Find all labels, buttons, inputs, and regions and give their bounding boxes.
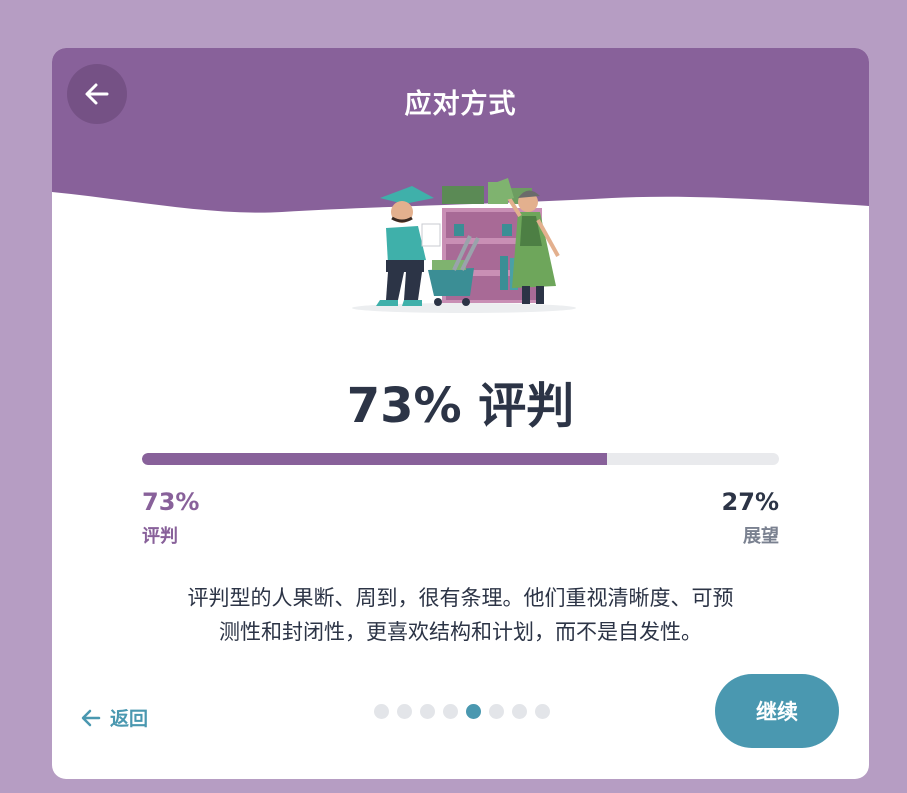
pagination-dot — [397, 704, 412, 719]
judging-label: 评判 — [142, 526, 178, 547]
pagination-dot — [512, 704, 527, 719]
pagination-dot — [535, 704, 550, 719]
result-card: 应对方式 73% 评判 73% 评判 27% 展望 评判型的人果断、周到，很有条… — [52, 48, 869, 779]
pagination-dot — [374, 704, 389, 719]
prospecting-label: 展望 — [743, 526, 779, 547]
result-progress-fill — [142, 453, 607, 465]
trait-description: 评判型的人果断、周到，很有条理。他们重视清晰度、可预 测性和封闭性，更喜欢结构和… — [132, 581, 789, 649]
back-link-label: 返回 — [110, 708, 149, 730]
continue-button[interactable]: 继续 — [715, 674, 839, 748]
pagination-dot — [443, 704, 458, 719]
prospecting-percent: 27% — [721, 488, 779, 516]
page-title: 应对方式 — [404, 89, 517, 120]
trait-description-line-2: 测性和封闭性，更喜欢结构和计划，而不是自发性。 — [219, 620, 702, 644]
pagination-dot-active — [466, 704, 481, 719]
pagination-dot — [489, 704, 504, 719]
arrow-left-icon — [80, 707, 102, 729]
shopkeepers-illustration — [352, 178, 576, 313]
pagination-dot — [420, 704, 435, 719]
pagination-dots — [374, 704, 550, 719]
result-headline: 73% 评判 — [346, 378, 575, 434]
prospecting-stat: 27% 展望 — [722, 488, 779, 548]
judging-percent: 73% — [142, 488, 200, 516]
judging-stat: 73% 评判 — [142, 488, 199, 548]
back-link[interactable]: 返回 — [80, 704, 148, 731]
result-progress-bar — [142, 453, 779, 465]
trait-description-line-1: 评判型的人果断、周到，很有条理。他们重视清晰度、可预 — [187, 586, 734, 610]
